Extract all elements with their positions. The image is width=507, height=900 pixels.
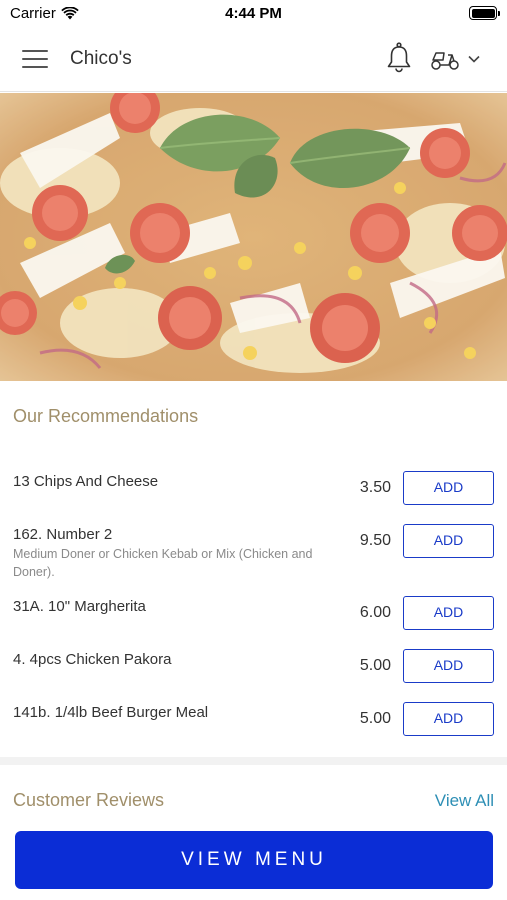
item-name: 162. Number 2 xyxy=(13,526,113,543)
item-price: 5.00 xyxy=(359,657,391,674)
page-title: Chico's xyxy=(70,48,132,69)
view-menu-button[interactable]: VIEW MENU xyxy=(15,831,493,889)
item-name: 141b. 1/4lb Beef Burger Meal xyxy=(13,704,209,721)
add-button[interactable]: ADD xyxy=(403,471,494,505)
section-divider xyxy=(0,757,507,765)
reviews-title: Customer Reviews xyxy=(13,790,165,810)
item-price: 3.50 xyxy=(359,479,391,496)
item-price: 6.00 xyxy=(359,604,391,621)
battery-full-icon xyxy=(469,6,500,20)
hero-banner xyxy=(0,93,507,381)
status-time: 4:44 PM xyxy=(225,5,282,22)
add-button[interactable]: ADD xyxy=(403,702,494,736)
item-name: 31A. 10" Margherita xyxy=(13,598,146,615)
pizza-photo xyxy=(0,93,507,381)
bell-icon[interactable] xyxy=(385,42,413,74)
chevron-down-icon xyxy=(468,55,480,63)
item-name: 4. 4pcs Chicken Pakora xyxy=(13,651,172,668)
scooter-icon xyxy=(431,52,459,70)
item-price: 5.00 xyxy=(359,710,391,727)
view-all-link[interactable]: View All xyxy=(435,791,494,811)
recommendations-title: Our Recommendations xyxy=(13,406,199,426)
app-header: Chico's xyxy=(0,28,507,92)
add-button[interactable]: ADD xyxy=(403,524,494,558)
delivery-mode-selector[interactable] xyxy=(430,46,492,72)
item-description: Medium Doner or Chicken Kebab or Mix (Ch… xyxy=(13,547,313,579)
add-button[interactable]: ADD xyxy=(403,649,494,683)
status-bar: Carrier 4:44 PM xyxy=(0,0,507,28)
item-price: 9.50 xyxy=(359,532,391,549)
item-name: 13 Chips And Cheese xyxy=(13,473,159,490)
hamburger-menu-icon[interactable] xyxy=(22,50,48,70)
add-button[interactable]: ADD xyxy=(403,596,494,630)
